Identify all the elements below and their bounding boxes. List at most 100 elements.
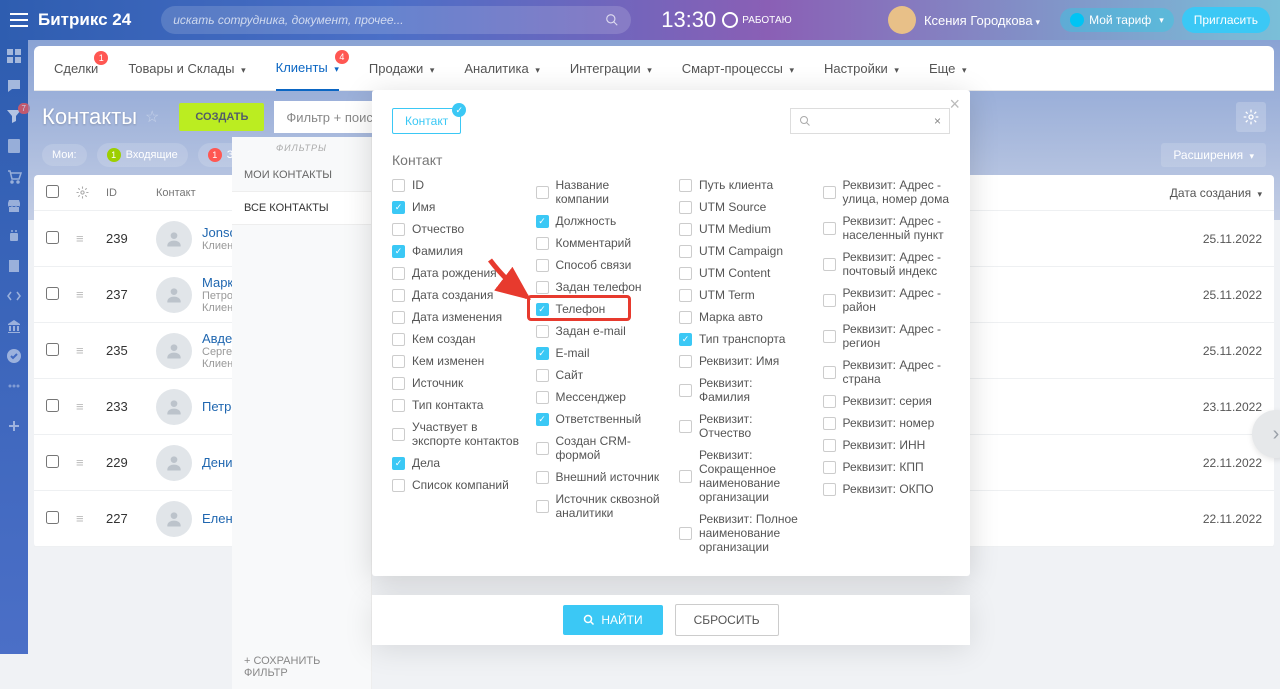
row-checkbox[interactable] [46,343,59,356]
field-checkbox-item[interactable]: Сайт [536,368,664,382]
pill-incoming[interactable]: 1Входящие [97,143,188,167]
col-id-header[interactable]: ID [106,187,156,199]
star-icon[interactable]: ☆ [145,107,159,127]
row-checkbox[interactable] [46,287,59,300]
row-checkbox[interactable] [46,231,59,244]
gear-icon[interactable] [76,186,106,199]
menu-icon[interactable] [10,13,28,27]
field-checkbox-item[interactable]: Реквизит: КПП [823,460,951,474]
username[interactable]: Ксения Городкова▾ [924,13,1040,28]
store-icon[interactable] [6,198,22,214]
field-checkbox-item[interactable]: UTM Campaign [679,244,807,258]
settings-gear-button[interactable] [1236,102,1266,132]
field-checkbox-item[interactable]: UTM Medium [679,222,807,236]
nav-item[interactable]: Смарт-процессы ▾ [682,47,794,90]
field-checkbox-item[interactable]: Тип контакта [392,398,520,412]
row-menu-icon[interactable]: ≡ [76,511,106,526]
row-checkbox[interactable] [46,399,59,412]
nav-item[interactable]: Клиенты ▾4 [276,46,339,91]
page-icon[interactable] [6,138,22,154]
plus-icon[interactable] [6,418,22,434]
nav-item[interactable]: Интеграции ▾ [570,47,652,90]
field-checkbox-item[interactable]: Реквизит: Адрес - улица, номер дома [823,178,951,206]
save-filter-link[interactable]: + СОХРАНИТЬ ФИЛЬТР [232,645,371,689]
field-checkbox-item[interactable]: Имя [392,200,520,214]
create-button[interactable]: СОЗДАТЬ [179,103,264,131]
filter-preset-my[interactable]: МОИ КОНТАКТЫ [232,159,371,192]
field-checkbox-item[interactable]: Кем изменен [392,354,520,368]
clear-icon[interactable]: × [934,114,941,128]
nav-item[interactable]: Сделки1 [54,47,98,90]
field-checkbox-item[interactable]: Список компаний [392,478,520,492]
row-checkbox[interactable] [46,455,59,468]
field-checkbox-item[interactable]: Реквизит: Сокращенное наименование орган… [679,448,807,504]
field-checkbox-item[interactable]: Путь клиента [679,178,807,192]
field-checkbox-item[interactable]: Тип транспорта [679,332,807,346]
field-checkbox-item[interactable]: Создан CRM-формой [536,434,664,462]
field-checkbox-item[interactable]: Источник сквозной аналитики [536,492,664,520]
col-date-header[interactable]: Дата создания ▾ [1142,186,1262,200]
field-checkbox-item[interactable]: Реквизит: серия [823,394,951,408]
field-checkbox-item[interactable]: Дата изменения [392,310,520,324]
user-avatar[interactable] [888,6,916,34]
field-checkbox-item[interactable]: Реквизит: ИНН [823,438,951,452]
nav-item[interactable]: Продажи ▾ [369,47,434,90]
field-checkbox-item[interactable]: Отчество [392,222,520,236]
field-checkbox-item[interactable]: Кем создан [392,332,520,346]
invite-button[interactable]: Пригласить [1182,7,1270,33]
field-checkbox-item[interactable]: Реквизит: Полное наименование организаци… [679,512,807,554]
code-icon[interactable] [6,288,22,304]
field-checkbox-item[interactable]: UTM Content [679,266,807,280]
android-icon[interactable] [6,228,22,244]
nav-item[interactable]: Товары и Склады ▾ [128,47,245,90]
tariff-button[interactable]: Мой тариф▾ [1060,8,1174,32]
row-menu-icon[interactable]: ≡ [76,455,106,470]
field-checkbox-item[interactable]: Реквизит: ОКПО [823,482,951,496]
field-checkbox-item[interactable]: Реквизит: Адрес - регион [823,322,951,350]
row-checkbox[interactable] [46,511,59,524]
field-checkbox-item[interactable]: Реквизит: Фамилия [679,376,807,404]
field-checkbox-item[interactable]: Ответственный [536,412,664,426]
grid-icon[interactable] [6,48,22,64]
book-icon[interactable] [6,258,22,274]
field-checkbox-item[interactable]: UTM Source [679,200,807,214]
field-checkbox-item[interactable]: Задан телефон [536,280,664,294]
field-checkbox-item[interactable]: Дата рождения [392,266,520,280]
global-search[interactable]: искать сотрудника, документ, прочее... [161,6,631,34]
field-checkbox-item[interactable]: Участвует в экспорте контактов [392,420,520,448]
field-checkbox-item[interactable]: Источник [392,376,520,390]
field-checkbox-item[interactable]: Внешний источник [536,470,664,484]
field-checkbox-item[interactable]: Должность [536,214,664,228]
find-button[interactable]: НАЙТИ [563,605,662,635]
field-checkbox-item[interactable]: Реквизит: Отчество [679,412,807,440]
close-icon[interactable]: × [949,94,960,115]
select-all-checkbox[interactable] [46,185,59,198]
check-icon[interactable] [6,348,22,364]
field-checkbox-item[interactable]: Телефон [536,302,664,316]
field-checkbox-item[interactable]: Реквизит: Адрес - населенный пункт [823,214,951,242]
row-menu-icon[interactable]: ≡ [76,343,106,358]
work-status[interactable]: РАБОТАЮ [722,12,791,28]
row-menu-icon[interactable]: ≡ [76,399,106,414]
field-checkbox-item[interactable]: ID [392,178,520,192]
field-checkbox-item[interactable]: Реквизит: Имя [679,354,807,368]
nav-item[interactable]: Еще ▾ [929,47,967,90]
field-checkbox-item[interactable]: UTM Term [679,288,807,302]
funnel-icon[interactable] [6,108,22,124]
row-menu-icon[interactable]: ≡ [76,287,106,302]
cart-icon[interactable] [6,168,22,184]
field-checkbox-item[interactable]: Реквизит: Адрес - почтовый индекс [823,250,951,278]
field-checkbox-item[interactable]: Реквизит: Адрес - страна [823,358,951,386]
field-checkbox-item[interactable]: Дела [392,456,520,470]
nav-item[interactable]: Настройки ▾ [824,47,899,90]
chat-icon[interactable] [6,78,22,94]
bank-icon[interactable] [6,318,22,334]
dots-icon[interactable] [6,378,22,394]
field-checkbox-item[interactable]: Дата создания [392,288,520,302]
entity-chip[interactable]: Контакт✓ [392,108,461,134]
field-checkbox-item[interactable]: Марка авто [679,310,807,324]
extensions-button[interactable]: Расширения ▾ [1161,143,1266,167]
field-checkbox-item[interactable]: Задан e-mail [536,324,664,338]
field-checkbox-item[interactable]: Фамилия [392,244,520,258]
field-checkbox-item[interactable]: Реквизит: Адрес - район [823,286,951,314]
